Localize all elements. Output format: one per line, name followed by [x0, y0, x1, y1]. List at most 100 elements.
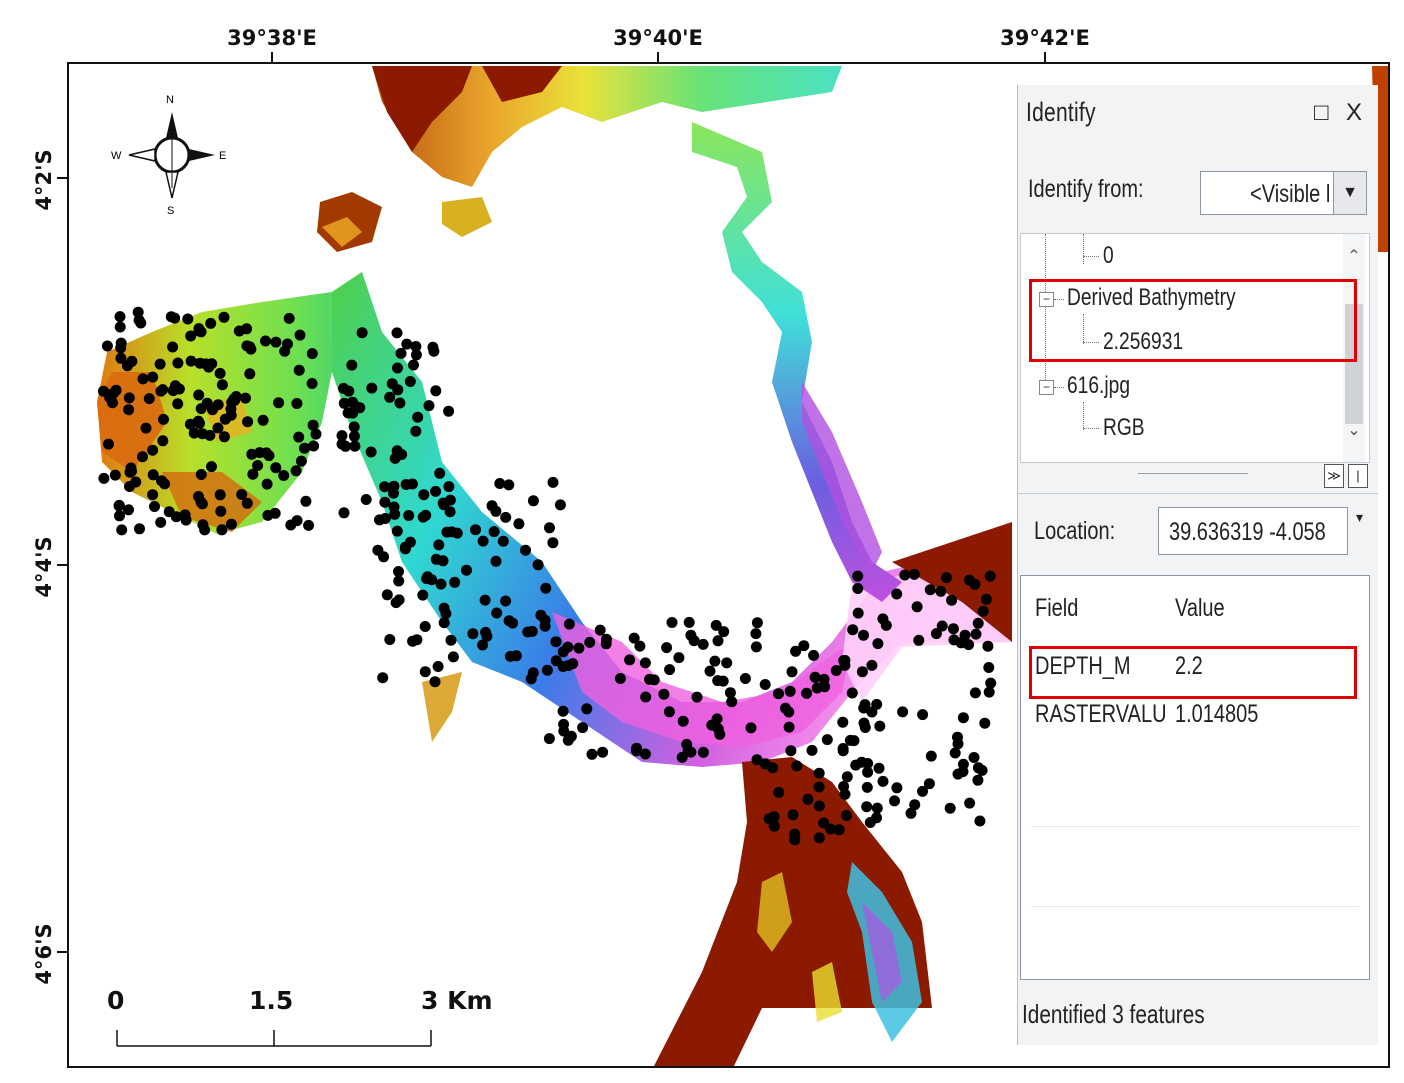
survey-point: [745, 722, 757, 734]
survey-point: [871, 802, 883, 814]
survey-point: [149, 501, 160, 512]
tree-node-image[interactable]: 616.jpg: [1067, 372, 1130, 400]
survey-point: [850, 759, 862, 771]
survey-point: [712, 635, 724, 647]
survey-point: [839, 654, 851, 666]
survey-point: [419, 666, 431, 678]
survey-point: [124, 481, 135, 492]
survey-point: [184, 418, 196, 430]
scroll-up-icon[interactable]: ⌃: [1343, 246, 1365, 266]
survey-point: [477, 639, 489, 651]
survey-point: [349, 440, 361, 452]
tree-node-rgb[interactable]: RGB: [1103, 414, 1145, 442]
survey-point: [864, 817, 876, 828]
survey-point: [947, 623, 959, 635]
highlight-box-depth: [1029, 646, 1357, 699]
identify-from-value: <Visible l: [1249, 180, 1330, 208]
survey-point: [233, 325, 245, 337]
survey-point: [750, 628, 762, 640]
survey-point: [786, 666, 798, 678]
survey-point: [340, 440, 351, 452]
survey-point: [391, 327, 403, 339]
survey-point: [242, 416, 254, 428]
survey-point: [114, 321, 126, 333]
survey-point: [420, 509, 432, 521]
close-icon[interactable]: X: [1346, 99, 1362, 127]
maximize-icon[interactable]: □: [1314, 99, 1329, 127]
survey-point: [547, 537, 559, 549]
survey-point: [444, 506, 456, 518]
survey-point: [706, 719, 718, 731]
survey-point: [403, 510, 415, 521]
survey-point: [691, 691, 703, 703]
survey-point: [366, 382, 378, 394]
location-label: Location:: [1034, 517, 1116, 545]
compass-w: W: [111, 150, 122, 162]
survey-point: [972, 774, 984, 786]
scroll-down-icon[interactable]: ⌄: [1343, 420, 1365, 440]
survey-point: [218, 311, 230, 323]
info-icon[interactable]: |: [1348, 464, 1368, 488]
survey-point: [759, 679, 771, 690]
survey-point: [913, 634, 925, 646]
location-menu-icon[interactable]: ▾: [1356, 509, 1363, 526]
survey-point: [336, 430, 348, 442]
survey-point: [137, 451, 148, 463]
survey-point: [172, 398, 184, 410]
survey-point: [751, 617, 763, 629]
tree-node-0[interactable]: 0: [1103, 242, 1114, 270]
survey-point: [381, 589, 393, 601]
survey-point: [500, 511, 512, 523]
value-column-header[interactable]: Value: [1175, 594, 1225, 623]
expand-all-icon[interactable]: ≫: [1324, 464, 1344, 488]
survey-point: [216, 524, 228, 536]
survey-point: [984, 570, 996, 582]
survey-point: [245, 343, 257, 355]
survey-point: [724, 687, 736, 699]
survey-point: [837, 743, 849, 754]
survey-point: [526, 625, 538, 637]
compass-e: E: [219, 150, 227, 162]
survey-point: [433, 539, 445, 551]
survey-point: [957, 758, 969, 770]
survey-point: [877, 775, 889, 787]
location-field[interactable]: 39.636319 -4.058: [1158, 507, 1348, 555]
survey-point: [477, 535, 489, 547]
survey-point: [225, 518, 237, 530]
survey-point: [983, 662, 995, 673]
survey-point: [573, 642, 585, 654]
splitter[interactable]: [1138, 473, 1248, 474]
survey-point: [109, 469, 121, 481]
field-column-header[interactable]: Field: [1035, 594, 1078, 623]
north-arrow: [128, 112, 215, 199]
survey-point: [392, 362, 403, 374]
survey-point: [157, 435, 169, 447]
survey-point: [488, 526, 500, 538]
compass-s: S: [167, 205, 175, 217]
survey-point: [389, 452, 401, 464]
survey-point: [408, 359, 419, 371]
survey-point: [134, 523, 145, 535]
survey-point: [412, 411, 424, 423]
dropdown-arrow-icon[interactable]: ▼: [1333, 172, 1366, 214]
survey-point: [852, 570, 864, 582]
survey-point: [658, 688, 670, 700]
survey-point: [230, 391, 242, 402]
identify-panel[interactable]: Identify □ X Identify from: <Visible l ▼…: [1017, 85, 1378, 1045]
compass-n: N: [166, 94, 174, 106]
survey-point: [169, 380, 181, 392]
field-cell[interactable]: RASTERVALU: [1035, 700, 1167, 729]
survey-point: [979, 717, 991, 729]
identify-from-select[interactable]: <Visible l ▼: [1200, 171, 1367, 215]
survey-point: [279, 345, 291, 357]
value-cell[interactable]: 1.014805: [1175, 700, 1258, 729]
collapse-icon[interactable]: −: [1039, 380, 1054, 395]
survey-point: [969, 687, 981, 699]
survey-point: [813, 767, 825, 779]
survey-point: [360, 494, 372, 505]
survey-point: [787, 809, 799, 821]
survey-point: [866, 659, 878, 671]
survey-point: [290, 465, 302, 477]
attribute-grid[interactable]: Field Value DEPTH_M 2.2 RASTERVALU 1.014…: [1020, 575, 1370, 980]
survey-point: [717, 675, 729, 687]
